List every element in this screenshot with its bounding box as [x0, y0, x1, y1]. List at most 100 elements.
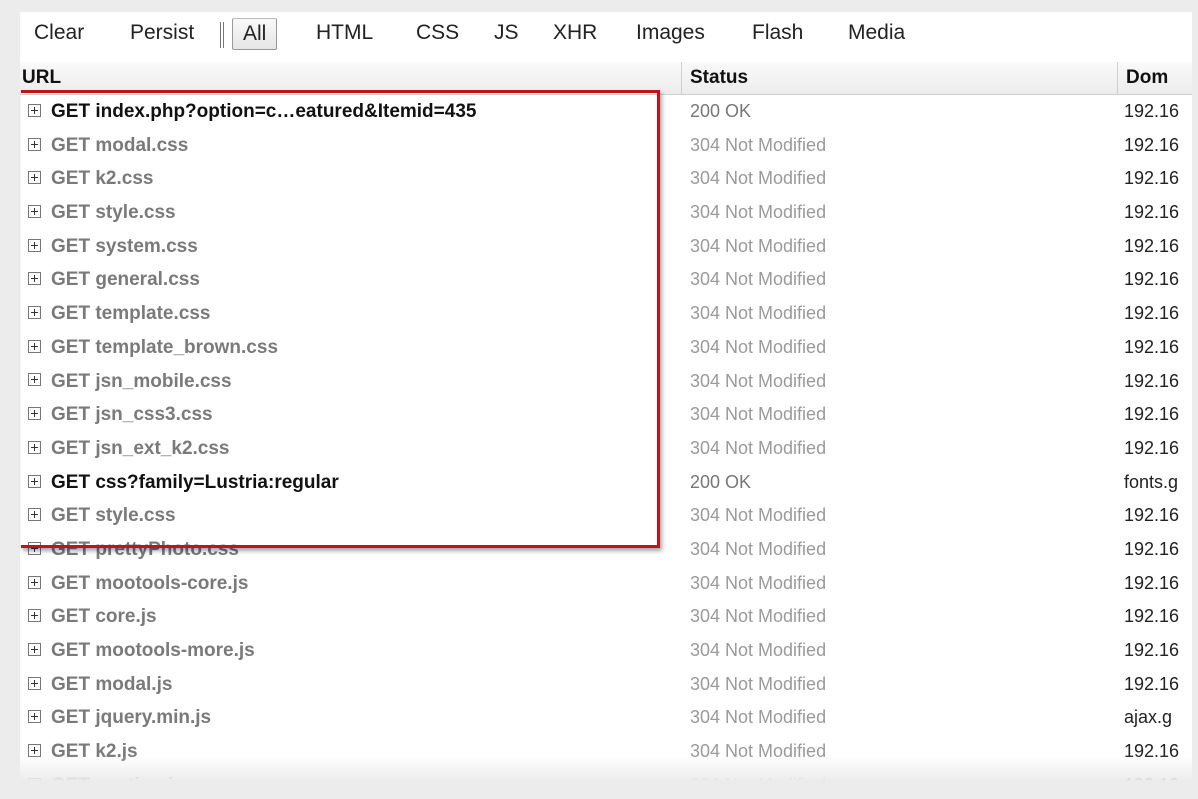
table-row[interactable]: GET core.js 304 Not Modified 192.16	[20, 600, 1192, 634]
request-url-text: GET k2.css	[51, 168, 154, 190]
table-row[interactable]: GET jquery.min.js 304 Not Modified ajax.g	[20, 701, 1192, 735]
request-url[interactable]: GET jsn_ext_k2.css	[26, 432, 676, 466]
request-url-text: GET css?family=Lustria:regular	[51, 471, 339, 493]
expand-plus-icon[interactable]	[28, 609, 41, 623]
request-url[interactable]: GET jsn_css3.css	[26, 398, 676, 432]
expand-plus-icon[interactable]	[28, 440, 41, 454]
table-row[interactable]: GET template.css 304 Not Modified 192.16	[20, 297, 1192, 331]
filter-js-button[interactable]: JS	[490, 16, 523, 50]
request-status: 304 Not Modified	[690, 202, 827, 223]
request-url-text: GET jsn_ext_k2.css	[51, 437, 230, 459]
request-domain: 192.16	[1124, 437, 1180, 458]
request-url[interactable]: GET template.css	[26, 297, 676, 331]
request-url-text: GET modal.css	[51, 134, 189, 156]
expand-plus-icon[interactable]	[28, 777, 41, 788]
table-row[interactable]: GET jsn_ext_k2.css 304 Not Modified 192.16	[20, 432, 1192, 466]
expand-plus-icon[interactable]	[28, 137, 41, 151]
expand-plus-icon[interactable]	[28, 238, 41, 252]
request-url[interactable]: GET system.css	[26, 230, 676, 264]
expand-plus-icon[interactable]	[28, 508, 41, 522]
toolbar-separator	[223, 22, 224, 48]
table-row[interactable]: GET k2.css 304 Not Modified 192.16	[20, 162, 1192, 196]
request-domain: 192.16	[1124, 202, 1180, 223]
table-header: URL Status Dom	[20, 62, 1192, 95]
request-url[interactable]: GET jquery.min.js	[26, 701, 676, 735]
request-status: 304 Not Modified	[690, 235, 827, 256]
expand-plus-icon[interactable]	[28, 541, 41, 555]
request-status: 304 Not Modified	[690, 336, 827, 357]
expand-plus-icon[interactable]	[28, 339, 41, 353]
expand-plus-icon[interactable]	[28, 474, 41, 488]
status-column-header[interactable]: Status	[681, 62, 1117, 94]
request-domain: 192.16	[1124, 572, 1180, 593]
table-row[interactable]: GET jsn_css3.css 304 Not Modified 192.16	[20, 398, 1192, 432]
request-domain: 192.16	[1124, 774, 1180, 788]
net-panel: Clear Persist All HTML CSS JS XHR Images…	[20, 12, 1192, 788]
request-status: 304 Not Modified	[690, 572, 827, 593]
filter-images-button[interactable]: Images	[632, 16, 709, 50]
request-url[interactable]: GET modal.js	[26, 668, 676, 702]
request-url[interactable]: GET k2.js	[26, 735, 676, 769]
request-url[interactable]: GET prettyPhoto.css	[26, 533, 676, 567]
table-row[interactable]: GET template_brown.css 304 Not Modified 19…	[20, 331, 1192, 365]
expand-plus-icon[interactable]	[28, 710, 41, 724]
url-column-header[interactable]: URL	[20, 62, 672, 94]
request-domain: ajax.g	[1124, 707, 1173, 728]
filter-all-button[interactable]: All	[232, 18, 278, 50]
table-row[interactable]: GET modal.js 304 Not Modified 192.16	[20, 668, 1192, 702]
request-status: 304 Not Modified	[690, 538, 827, 559]
request-url[interactable]: GET css?family=Lustria:regular	[26, 466, 676, 500]
clear-button[interactable]: Clear	[30, 16, 88, 50]
table-row[interactable]: GET modal.css 304 Not Modified 192.16	[20, 129, 1192, 163]
table-row[interactable]: GET mootools-core.js 304 Not Modified 192.…	[20, 567, 1192, 601]
expand-plus-icon[interactable]	[28, 272, 41, 286]
filter-html-button[interactable]: HTML	[312, 16, 377, 50]
filter-xhr-button[interactable]: XHR	[549, 16, 601, 50]
request-url[interactable]: GET jsn_mobile.css	[26, 365, 676, 399]
table-row[interactable]: GET style.css 304 Not Modified 192.16	[20, 196, 1192, 230]
expand-plus-icon[interactable]	[28, 575, 41, 589]
expand-plus-icon[interactable]	[28, 744, 41, 758]
expand-plus-icon[interactable]	[28, 171, 41, 185]
expand-plus-icon[interactable]	[28, 642, 41, 656]
table-row[interactable]: GET prettyPhoto.css 304 Not Modified 192.1…	[20, 533, 1192, 567]
table-row[interactable]: GET system.css 304 Not Modified 192.16	[20, 230, 1192, 264]
table-row[interactable]: GET k2.js 304 Not Modified 192.16	[20, 735, 1192, 769]
table-row[interactable]: GET index.php?option=c…eatured&Itemid=43…	[20, 95, 1192, 129]
request-status: 304 Not Modified	[690, 741, 827, 762]
table-row[interactable]: GET css?family=Lustria:regular 200 OK font…	[20, 466, 1192, 500]
expand-plus-icon[interactable]	[28, 103, 41, 117]
request-url[interactable]: GET mootools-more.js	[26, 634, 676, 668]
request-domain: 192.16	[1124, 404, 1180, 425]
table-row[interactable]: GET jsn_mobile.css 304 Not Modified 192.16	[20, 365, 1192, 399]
expand-plus-icon[interactable]	[28, 205, 41, 219]
table-row[interactable]: GET mootools-more.js 304 Not Modified 192.…	[20, 634, 1192, 668]
request-url[interactable]: GET caption.js	[26, 769, 676, 788]
expand-plus-icon[interactable]	[28, 306, 41, 320]
request-url-text: GET style.css	[51, 505, 176, 527]
persist-button[interactable]: Persist	[126, 16, 198, 50]
expand-plus-icon[interactable]	[28, 373, 41, 387]
request-url[interactable]: GET style.css	[26, 499, 676, 533]
filter-flash-button[interactable]: Flash	[748, 16, 807, 50]
expand-plus-icon[interactable]	[28, 676, 41, 690]
table-row[interactable]: GET style.css 304 Not Modified 192.16	[20, 499, 1192, 533]
request-url[interactable]: GET k2.css	[26, 162, 676, 196]
request-url[interactable]: GET general.css	[26, 263, 676, 297]
request-url-text: GET system.css	[51, 235, 198, 257]
request-url[interactable]: GET mootools-core.js	[26, 567, 676, 601]
table-row[interactable]: GET general.css 304 Not Modified 192.16	[20, 263, 1192, 297]
request-url[interactable]: GET template_brown.css	[26, 331, 676, 365]
expand-plus-icon[interactable]	[28, 407, 41, 421]
request-url-text: GET modal.js	[51, 673, 173, 695]
request-domain: 192.16	[1124, 235, 1180, 256]
request-url[interactable]: GET modal.css	[26, 129, 676, 163]
domain-column-header[interactable]: Dom	[1117, 62, 1192, 94]
filter-media-button[interactable]: Media	[844, 16, 909, 50]
request-url[interactable]: GET core.js	[26, 600, 676, 634]
request-url-text: GET jsn_css3.css	[51, 404, 213, 426]
request-url[interactable]: GET index.php?option=c…eatured&Itemid=43…	[26, 95, 676, 129]
request-url[interactable]: GET style.css	[26, 196, 676, 230]
table-row[interactable]: GET caption.js 304 Not Modified 192.16	[20, 769, 1192, 788]
filter-css-button[interactable]: CSS	[412, 16, 463, 50]
